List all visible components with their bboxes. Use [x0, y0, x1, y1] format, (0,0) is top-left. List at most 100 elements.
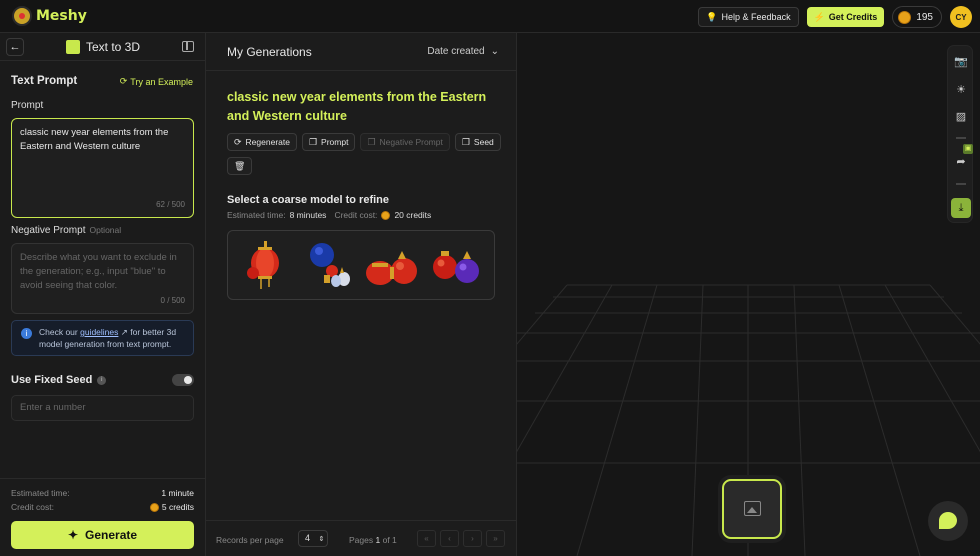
chat-support-button[interactable] [928, 501, 968, 541]
prompt-value: classic new year elements from the Easte… [20, 127, 169, 152]
generations-panel: My Generations Date created ⌄ classic ne… [206, 33, 517, 556]
negative-prompt-textarea[interactable]: Describe what you want to exclude in the… [11, 243, 194, 314]
viewer-toolbar: 📷 ☀ ▨ ▣ ➦ ⤓ [947, 45, 973, 223]
last-page-button[interactable]: » [486, 530, 505, 547]
meshy-logo-icon [12, 6, 32, 26]
arrow-left-icon: ← [9, 41, 21, 53]
user-avatar[interactable]: CY [950, 6, 972, 28]
prompt-chip-label: Prompt [321, 137, 349, 147]
prompt-label: Prompt [11, 100, 44, 111]
credit-cost-value-wrap: 5 credits [149, 502, 194, 512]
generations-title: My Generations [227, 45, 312, 59]
chevron-left-icon: ‹ [448, 534, 451, 543]
copy-prompt-button[interactable]: ❐ Prompt [301, 133, 356, 151]
try-example-button[interactable]: ⟳ Try an Example [120, 76, 193, 87]
get-credits-label: Get Credits [828, 12, 878, 22]
help-feedback-button[interactable]: 💡 Help & Feedback [698, 7, 799, 27]
negative-prompt-label-text: Negative Prompt [11, 225, 86, 236]
estimated-time-label: Estimated time: [11, 488, 70, 498]
mode-title-label: Text to 3D [86, 40, 141, 54]
left-panel: ← Text to 3D Text Prompt ⟳ Try an Exampl… [0, 33, 206, 556]
copy-negative-prompt-button[interactable]: ❐ Negative Prompt [360, 133, 450, 151]
double-chevron-right-icon: » [493, 534, 498, 543]
est-time-value: 8 minutes [289, 210, 327, 220]
model-thumbnail[interactable] [302, 237, 358, 293]
chevron-down-icon: ⌄ [490, 46, 499, 57]
image-upload-slot[interactable] [722, 479, 782, 539]
cube-icon [66, 40, 80, 54]
credit-cost-label: Credit cost: [11, 502, 54, 512]
get-credits-button[interactable]: ⚡ Get Credits [806, 7, 885, 27]
bulb-icon: 💡 [706, 11, 718, 22]
info-icon: i [21, 328, 32, 339]
credit-cost-row: Credit cost: 5 credits [11, 502, 194, 512]
copy-seed-button[interactable]: ❐ Seed [454, 133, 501, 151]
chevron-updown-icon: ⇕ [318, 536, 325, 543]
records-per-page-value: 4 [305, 533, 311, 543]
optional-tag: Optional [89, 225, 122, 235]
delete-button[interactable]: 🗑 [227, 157, 253, 175]
share-icon[interactable]: ➦ [953, 154, 969, 170]
help-feedback-label: Help & Feedback [721, 12, 791, 22]
sort-dropdown[interactable]: Date created ⌄ [427, 46, 499, 57]
seed-input[interactable]: Enter a number [11, 395, 194, 421]
coin-icon [149, 502, 159, 512]
trash-icon: 🗑 [234, 160, 246, 171]
negative-prompt-counter: 0 / 500 [160, 296, 185, 305]
left-panel-header: ← Text to 3D [0, 33, 206, 61]
refine-meta: Estimated time: 8 minutes Credit cost: 2… [227, 210, 431, 220]
regenerate-button[interactable]: ⟳ Regenerate [227, 133, 297, 151]
model-thumbnail[interactable] [427, 237, 483, 293]
next-page-button[interactable]: › [463, 530, 482, 547]
3d-viewer[interactable]: 📷 ☀ ▨ ▣ ➦ ⤓ [517, 33, 980, 556]
back-button[interactable]: ← [6, 38, 24, 56]
fixed-seed-toggle[interactable] [172, 374, 194, 386]
prompt-counter: 62 / 500 [156, 200, 185, 209]
credits-balance[interactable]: 195 [892, 6, 942, 28]
texture-icon[interactable]: ▨ [953, 109, 969, 125]
seed-chip-label: Seed [473, 137, 494, 147]
regenerate-label: Regenerate [245, 137, 290, 147]
light-icon[interactable]: ☀ [953, 82, 969, 98]
model-thumbnail[interactable] [239, 237, 295, 293]
pagination-buttons: « ‹ › » [417, 530, 505, 547]
coin-icon [898, 10, 912, 24]
copy-icon: ❐ [367, 136, 376, 147]
model-thumbnail[interactable] [364, 237, 420, 293]
refine-credit-label: Credit cost: [334, 210, 378, 220]
download-icon[interactable]: ⤓ [951, 198, 971, 218]
records-per-page-select[interactable]: 4 ⇕ [298, 530, 328, 547]
gift-icon[interactable]: ▣ [963, 144, 973, 154]
sort-label: Date created [427, 46, 485, 57]
est-time-label: Estimated time: [227, 210, 286, 220]
first-page-button[interactable]: « [417, 530, 436, 547]
camera-icon[interactable]: 📷 [953, 54, 969, 70]
pagination-bar: Records per page 4 ⇕ Pages 1 of 1 « ‹ › … [206, 520, 517, 556]
sparkle-icon: ✦ [67, 528, 79, 542]
generate-button[interactable]: ✦ Generate [11, 521, 194, 549]
prompt-textarea[interactable]: classic new year elements from the Easte… [11, 118, 194, 218]
guidelines-info: i Check our guidelines ↗ for better 3d m… [11, 320, 194, 356]
negative-prompt-chip-label: Negative Prompt [379, 137, 443, 147]
section-title: Text Prompt [11, 75, 78, 87]
image-icon [744, 501, 761, 516]
credits-count: 195 [916, 11, 933, 23]
copy-icon: ❐ [461, 136, 470, 147]
pages-of: of 1 [382, 535, 397, 545]
select-model-title: Select a coarse model to refine [227, 194, 390, 206]
top-bar: Meshy 💡 Help & Feedback ⚡ Get Credits 19… [0, 0, 980, 33]
copy-icon: ❐ [308, 136, 318, 147]
collapse-panel-icon[interactable] [182, 41, 194, 52]
brand-logo[interactable]: Meshy [12, 6, 87, 26]
guidelines-link[interactable]: guidelines [80, 327, 118, 337]
refine-credit-value: 20 credits [394, 210, 432, 220]
generation-title: classic new year elements from the Easte… [227, 90, 487, 123]
records-per-page-label: Records per page [216, 535, 284, 545]
estimated-time-row: Estimated time: 1 minute [11, 488, 194, 498]
mode-title: Text to 3D [66, 40, 140, 54]
double-chevron-left-icon: « [424, 534, 429, 543]
brand-name: Meshy [36, 8, 87, 24]
seed-info-icon[interactable]: i [97, 375, 107, 385]
prev-page-button[interactable]: ‹ [440, 530, 459, 547]
external-link-icon: ↗ [118, 327, 128, 337]
